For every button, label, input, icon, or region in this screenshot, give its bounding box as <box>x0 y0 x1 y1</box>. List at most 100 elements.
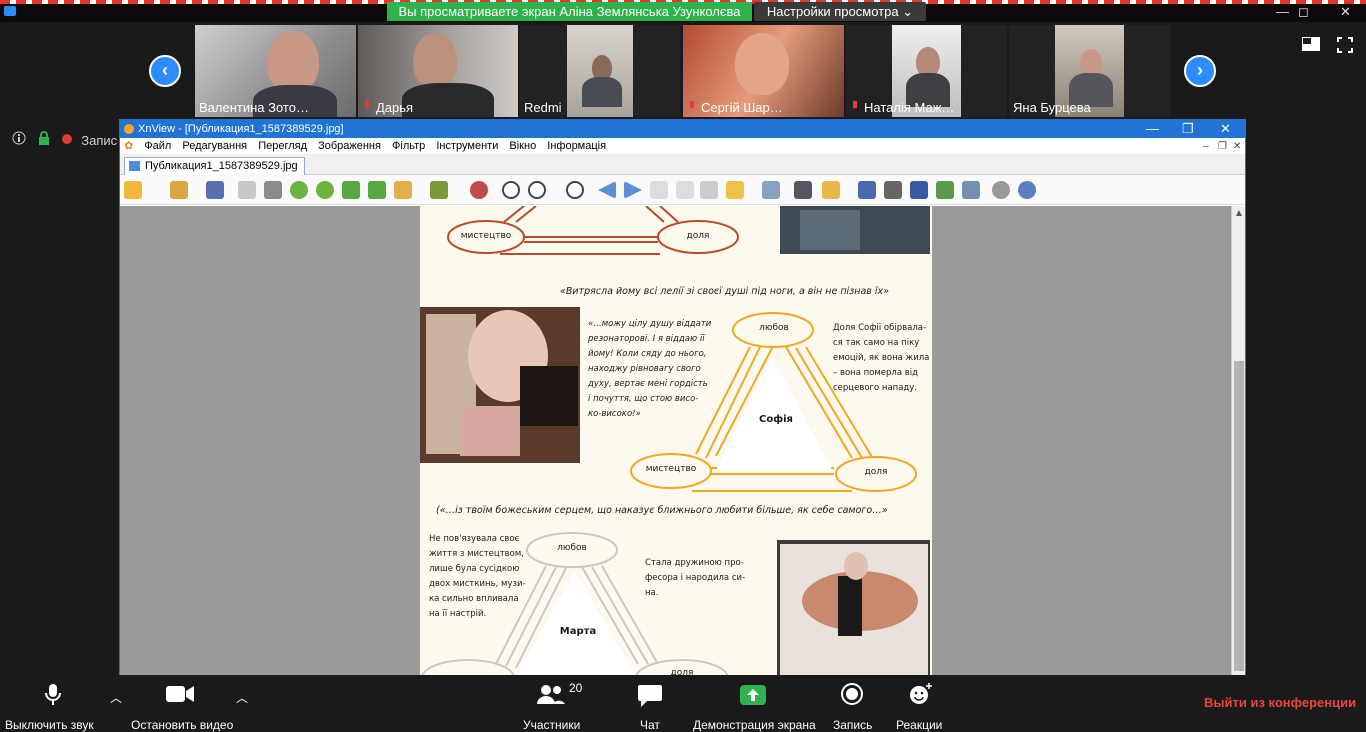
video-camera-icon[interactable] <box>166 686 194 707</box>
save-icon[interactable] <box>206 181 224 199</box>
upload-icon[interactable] <box>342 181 360 199</box>
binoculars-icon[interactable] <box>858 181 876 199</box>
wallpaper-icon[interactable] <box>962 181 980 199</box>
view-options-button[interactable]: Настройки просмотра ⌄ <box>754 2 926 21</box>
video-tile[interactable]: Наталія Маж… <box>846 25 1007 117</box>
share-screen-button[interactable]: Демонстрация экрана <box>693 718 816 732</box>
settings-image-icon[interactable] <box>394 181 412 199</box>
convert-icon[interactable] <box>822 181 840 199</box>
xnview-menu-icon[interactable]: ✿ <box>124 140 133 152</box>
xnview-menu-bar: ✿ Файл Редагування Перегляд Зображення Ф… <box>120 138 1245 155</box>
forward-icon[interactable] <box>368 181 386 199</box>
video-tile[interactable]: Redmi <box>520 25 680 117</box>
chat-icon[interactable] <box>638 685 662 712</box>
video-tile[interactable]: Сергій Шар… <box>683 25 844 117</box>
note-line: фесора і народила си- <box>645 573 746 583</box>
chevron-up-icon[interactable]: ︿ <box>236 689 248 706</box>
menu-image[interactable]: Зображення <box>318 140 381 152</box>
scrollbar-thumb[interactable] <box>1234 361 1244 671</box>
share-screen-icon[interactable] <box>740 685 766 710</box>
rotate-right-icon[interactable] <box>316 181 334 199</box>
chevron-up-icon[interactable]: ︿ <box>110 689 122 706</box>
undo-icon[interactable] <box>238 181 256 199</box>
minimize-button[interactable]: — <box>1276 4 1289 19</box>
reactions-button[interactable]: Реакции <box>896 718 942 732</box>
print-preview-icon[interactable] <box>762 181 780 199</box>
participant-figure <box>413 33 457 89</box>
doc-minimize-button[interactable]: – <box>1203 138 1209 155</box>
video-tile[interactable]: Валентина Зото… <box>195 25 356 117</box>
crop-icon[interactable] <box>264 181 282 199</box>
slideshow-icon[interactable] <box>726 181 744 199</box>
menu-file[interactable]: Файл <box>144 140 171 152</box>
color-icon[interactable] <box>430 181 448 199</box>
lock-icon <box>38 131 50 148</box>
next-icon[interactable] <box>624 181 642 199</box>
marta-note-left: Не пов'язувала своє життя з мистецтвом, … <box>429 532 526 622</box>
stop-video-button[interactable]: Остановить видео <box>131 718 233 732</box>
sofia-quote: «…можу цілу душу віддати резонаторові. І… <box>588 317 711 422</box>
gallery-prev-button[interactable]: ‹ <box>149 55 181 87</box>
zoom-out-icon[interactable] <box>566 181 584 199</box>
leave-meeting-button[interactable]: Выйти из конференции <box>1204 695 1356 710</box>
zoom-fit-icon[interactable] <box>528 181 546 199</box>
previous-icon[interactable] <box>598 181 616 199</box>
menu-filter[interactable]: Фільтр <box>392 140 425 152</box>
video-tile[interactable]: Дарья <box>358 25 518 117</box>
reactions-icon[interactable] <box>909 683 933 710</box>
recording-icon <box>61 133 73 148</box>
quote-line: ко-високо!» <box>588 409 641 419</box>
participant-name-label: Сергій Шар… <box>701 100 783 115</box>
microphone-icon[interactable] <box>45 684 61 711</box>
gear-icon[interactable] <box>992 181 1010 199</box>
menu-window[interactable]: Вікно <box>509 140 536 152</box>
rotate-left-icon[interactable] <box>290 181 308 199</box>
capture-icon[interactable] <box>936 181 954 199</box>
fullscreen-icon[interactable] <box>1337 37 1353 56</box>
open-folder-icon[interactable] <box>170 181 188 199</box>
doc-close-button[interactable]: ✕ <box>1233 138 1241 155</box>
note-line: на. <box>645 588 659 598</box>
note-line: Стала дружиною про- <box>645 558 744 568</box>
participant-figure <box>267 31 319 93</box>
note-line: серцевого нападу. <box>833 383 918 393</box>
tab-image[interactable]: Публикация1_1587389529.jpg <box>124 157 305 175</box>
menu-tools[interactable]: Інструменти <box>436 140 498 152</box>
participants-icon[interactable] <box>537 684 565 709</box>
mute-button[interactable]: Выключить звук <box>5 718 94 732</box>
image-viewport[interactable]: мистецтво доля «Витрясла йому всі лелії … <box>120 206 1233 676</box>
scroll-up-icon[interactable]: ▲ <box>1234 208 1244 219</box>
vertical-scrollbar[interactable]: ▲ <box>1231 206 1245 676</box>
info-icon[interactable] <box>12 131 26 148</box>
xn-close-button[interactable]: ✕ <box>1220 120 1231 138</box>
menu-edit[interactable]: Редагування <box>182 140 247 152</box>
record-button[interactable]: Запись <box>833 718 872 732</box>
participants-button[interactable]: Участники <box>523 718 580 732</box>
maximize-button[interactable]: ◻ <box>1298 4 1309 20</box>
note-line: життя з мистецтвом, <box>429 549 524 559</box>
copy-icon[interactable] <box>700 181 718 199</box>
ribbon-icon[interactable] <box>470 181 488 199</box>
record-icon[interactable] <box>841 683 863 710</box>
zoom-in-icon[interactable] <box>502 181 520 199</box>
about-icon[interactable] <box>1018 181 1036 199</box>
xn-minimize-button[interactable]: — <box>1146 120 1159 138</box>
browser-icon[interactable] <box>124 181 142 199</box>
participant-name: Наталія Маж… <box>850 100 954 115</box>
menu-view[interactable]: Перегляд <box>258 140 307 152</box>
chat-button[interactable]: Чат <box>640 718 660 732</box>
menu-info[interactable]: Інформація <box>547 140 606 152</box>
fullscreen-view-icon[interactable] <box>794 181 812 199</box>
print-icon[interactable] <box>884 181 902 199</box>
last-icon[interactable] <box>676 181 694 199</box>
marta-note-right: Стала дружиною про- фесора і народила си… <box>645 556 745 601</box>
close-button[interactable]: ✕ <box>1340 4 1351 20</box>
xn-restore-button[interactable]: ❐ <box>1182 120 1194 138</box>
gallery-next-button[interactable]: › <box>1184 55 1216 87</box>
doc-restore-button[interactable]: ❐ <box>1218 138 1227 155</box>
quote-line: «…можу цілу душу віддати <box>588 319 712 329</box>
video-tile[interactable]: Яна Бурцева <box>1009 25 1170 117</box>
scanner-icon[interactable] <box>910 181 928 199</box>
first-icon[interactable] <box>650 181 668 199</box>
gallery-view-icon[interactable] <box>1302 37 1320 54</box>
